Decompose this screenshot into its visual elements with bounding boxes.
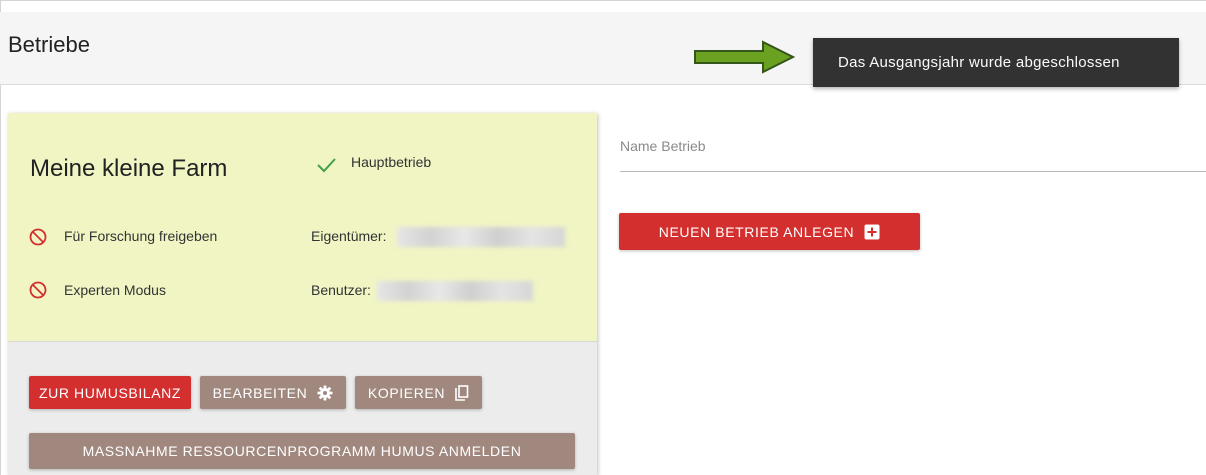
register-humus-program-label: MASSNAHME RESSOURCENPROGRAMM HUMUS ANMEL… [82, 443, 522, 459]
copy-button[interactable]: KOPIEREN [355, 376, 482, 409]
register-humus-program-button[interactable]: MASSNAHME RESSOURCENPROGRAMM HUMUS ANMEL… [29, 433, 575, 469]
farm-name-input-label[interactable]: Name Betrieb [620, 138, 706, 154]
farm-card: Meine kleine Farm Hauptbetrieb Für Forsc… [8, 113, 597, 475]
copy-icon [455, 384, 469, 401]
main-farm-label: Hauptbetrieb [351, 154, 432, 170]
ban-icon [29, 281, 47, 299]
check-icon [317, 158, 336, 173]
gear-icon [317, 385, 333, 400]
owner-value-redacted [397, 227, 565, 247]
page-title: Betriebe [8, 32, 90, 57]
arrow-right-icon [694, 40, 796, 74]
research-share-label: Für Forschung freigeben [64, 228, 218, 244]
expert-mode-label: Experten Modus [64, 282, 166, 298]
ban-icon [29, 228, 47, 246]
owner-label: Eigentümer: [311, 228, 387, 244]
toast-notification: Das Ausgangsjahr wurde abgeschlossen [813, 38, 1179, 87]
plus-box-icon [864, 224, 880, 239]
edit-button-label: BEARBEITEN [212, 384, 308, 401]
create-farm-button[interactable]: NEUEN BETRIEB ANLEGEN [619, 213, 920, 250]
humus-balance-button[interactable]: ZUR HUMUSBILANZ [29, 376, 191, 409]
edit-button[interactable]: BEARBEITEN [200, 376, 346, 409]
user-value-redacted [377, 281, 533, 301]
farm-card-info: Meine kleine Farm Hauptbetrieb Für Forsc… [8, 113, 597, 342]
farm-name-input-underline[interactable] [620, 171, 1206, 172]
copy-button-label: KOPIEREN [367, 384, 446, 401]
user-label: Benutzer: [311, 282, 371, 298]
create-farm-button-label: NEUEN BETRIEB ANLEGEN [658, 223, 855, 240]
farm-name: Meine kleine Farm [30, 155, 228, 182]
humus-balance-button-label: ZUR HUMUSBILANZ [38, 384, 181, 401]
